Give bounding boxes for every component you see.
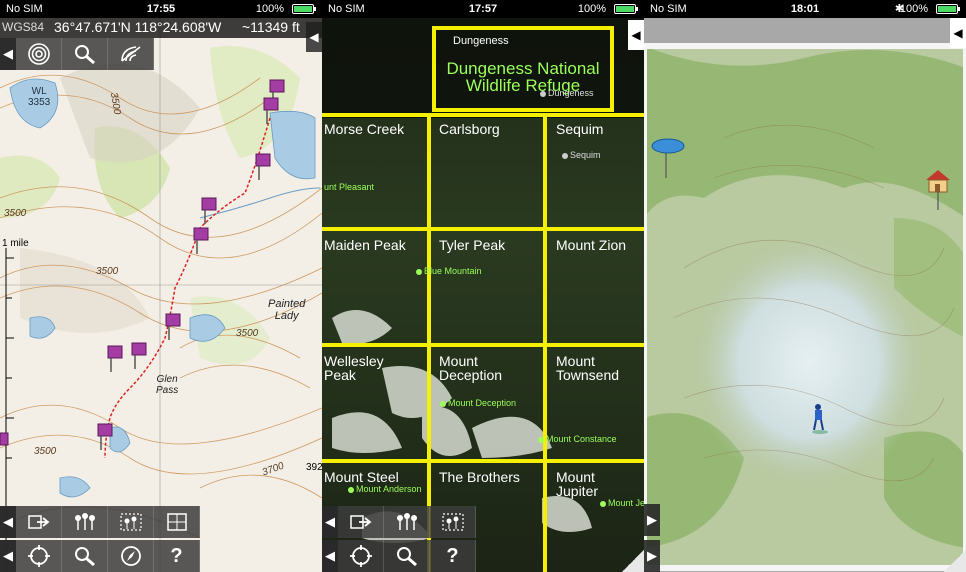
poi-mount-pleasant[interactable]: unt Pleasant xyxy=(322,182,374,192)
quad-label[interactable]: Maiden Peak xyxy=(324,238,406,252)
poi-dungeness[interactable]: Dungeness xyxy=(540,88,594,98)
poi-mount-constance[interactable]: Mount Constance xyxy=(538,434,617,444)
lake-label: WL 3353 xyxy=(28,86,51,108)
help-icon[interactable]: ? xyxy=(154,540,200,572)
waypoint-edit-icon[interactable] xyxy=(108,506,154,538)
search-icon[interactable] xyxy=(62,38,108,70)
panel-toggle-button[interactable]: ◀ xyxy=(306,22,322,52)
battery-percent: 100% xyxy=(577,3,606,15)
poi-sequim[interactable]: Sequim xyxy=(562,150,601,160)
quad-label[interactable]: Wellesley Peak xyxy=(324,354,384,382)
contour-label: 3500 xyxy=(96,266,119,277)
cell-title-dungeness: Dungeness xyxy=(453,35,509,47)
datum-label: WGS84 xyxy=(2,20,45,34)
scale-label: 1 mile xyxy=(2,238,29,249)
satellite-signal-icon[interactable] xyxy=(108,38,154,70)
quad-label[interactable]: Mount Zion xyxy=(556,238,626,252)
contour-label: 3500 xyxy=(4,208,27,219)
position-readout: 36°47.671'N 118°24.608'W xyxy=(54,19,222,35)
compass-icon[interactable] xyxy=(108,540,154,572)
waypoints-icon[interactable] xyxy=(62,506,108,538)
collapse-toolbar-button[interactable]: ◀ xyxy=(0,38,16,70)
bottom-toolbar-lower: ◀ ? xyxy=(322,540,476,572)
glen-pass-label: Glen Pass xyxy=(156,374,179,396)
topo-map-screen: No SIM 17:55 100% WL 3353 Painted Lady G… xyxy=(0,0,322,572)
panel-toggle-button[interactable]: ◀ xyxy=(628,20,644,50)
waypoint-edit-icon[interactable] xyxy=(430,506,476,538)
magnify-icon[interactable] xyxy=(384,540,430,572)
toolbar-left-arrow-lower[interactable]: ▶ xyxy=(644,540,660,572)
scanned-map-screen: No SIM 18:01 ✱ 100% ◀ ▶ ▶ xyxy=(644,0,966,572)
export-icon[interactable] xyxy=(338,506,384,538)
panel-toggle-button[interactable]: ◀ xyxy=(950,18,966,48)
page-curl-icon[interactable] xyxy=(622,550,644,572)
quad-label[interactable]: Mount Jupiter xyxy=(556,470,598,498)
poi-mount-anderson[interactable]: Mount Anderson xyxy=(348,484,422,494)
locate-icon[interactable] xyxy=(16,540,62,572)
toolbar-left-arrow-lower[interactable]: ◀ xyxy=(322,540,338,572)
toolbar-left-arrow[interactable]: ▶ xyxy=(644,504,660,536)
battery-percent: 100% xyxy=(899,3,928,15)
status-bar: No SIM 18:01 ✱ 100% xyxy=(644,0,966,18)
track-icon[interactable] xyxy=(16,38,62,70)
status-bar: No SIM 17:55 100% xyxy=(0,0,322,18)
waypoints-icon[interactable] xyxy=(384,506,430,538)
toolbar-left-arrow-lower[interactable]: ◀ xyxy=(0,540,16,572)
quad-grid-screen: No SIM 17:57 100% Dungeness Dungeness Na… xyxy=(322,0,644,572)
edge-label: 392 xyxy=(306,462,322,473)
painted-lady-label: Painted Lady xyxy=(268,298,306,322)
map-crop-icon[interactable] xyxy=(154,506,200,538)
bottom-toolbar-lower: ◀ ? xyxy=(0,540,200,572)
quad-label[interactable]: Mount Townsend xyxy=(556,354,619,382)
magnify-icon[interactable] xyxy=(62,540,108,572)
help-icon[interactable]: ? xyxy=(430,540,476,572)
bottom-toolbar-upper: ◀ xyxy=(0,506,200,538)
bottom-toolbar-upper: ◀ xyxy=(322,506,476,538)
contour-label: 3500 xyxy=(236,328,259,339)
page-curl-icon[interactable] xyxy=(944,550,966,572)
quad-label[interactable]: Carlsborg xyxy=(439,122,500,136)
contour-label: 3500 xyxy=(34,446,57,457)
battery-icon xyxy=(936,4,960,14)
battery-icon xyxy=(292,4,316,14)
top-toolbar: ◀ xyxy=(0,38,154,70)
topo-map[interactable]: WL 3353 Painted Lady Glen Pass 1 mile 35… xyxy=(0,18,322,572)
poi-mount-je[interactable]: Mount Je xyxy=(600,498,644,508)
locate-icon[interactable] xyxy=(338,540,384,572)
quad-label[interactable]: Mount Steel xyxy=(324,470,399,484)
export-icon[interactable] xyxy=(16,506,62,538)
coordinate-bar: WGS84 36°47.671'N 118°24.608'W ~11349 ft xyxy=(0,18,322,38)
quad-label[interactable]: Sequim xyxy=(556,122,603,136)
toolbar-left-arrow[interactable]: ◀ xyxy=(322,506,338,538)
battery-icon xyxy=(614,4,638,14)
satellite-map[interactable]: Dungeness Dungeness National Wildlife Re… xyxy=(322,18,644,572)
quad-label[interactable]: Tyler Peak xyxy=(439,238,505,252)
poi-mount-deception[interactable]: Mount Deception xyxy=(440,398,516,408)
poi-blue-mountain[interactable]: Blue Mountain xyxy=(416,266,482,276)
quad-label[interactable]: Mount Deception xyxy=(439,354,502,382)
quad-label[interactable]: The Brothers xyxy=(439,470,520,484)
elevation-readout: ~11349 ft xyxy=(242,19,300,35)
battery-percent: 100% xyxy=(255,3,284,15)
status-bar: No SIM 17:57 100% xyxy=(322,0,644,18)
scanned-map[interactable] xyxy=(644,18,966,572)
toolbar-left-arrow[interactable]: ◀ xyxy=(0,506,16,538)
quad-label[interactable]: Morse Creek xyxy=(324,122,404,136)
